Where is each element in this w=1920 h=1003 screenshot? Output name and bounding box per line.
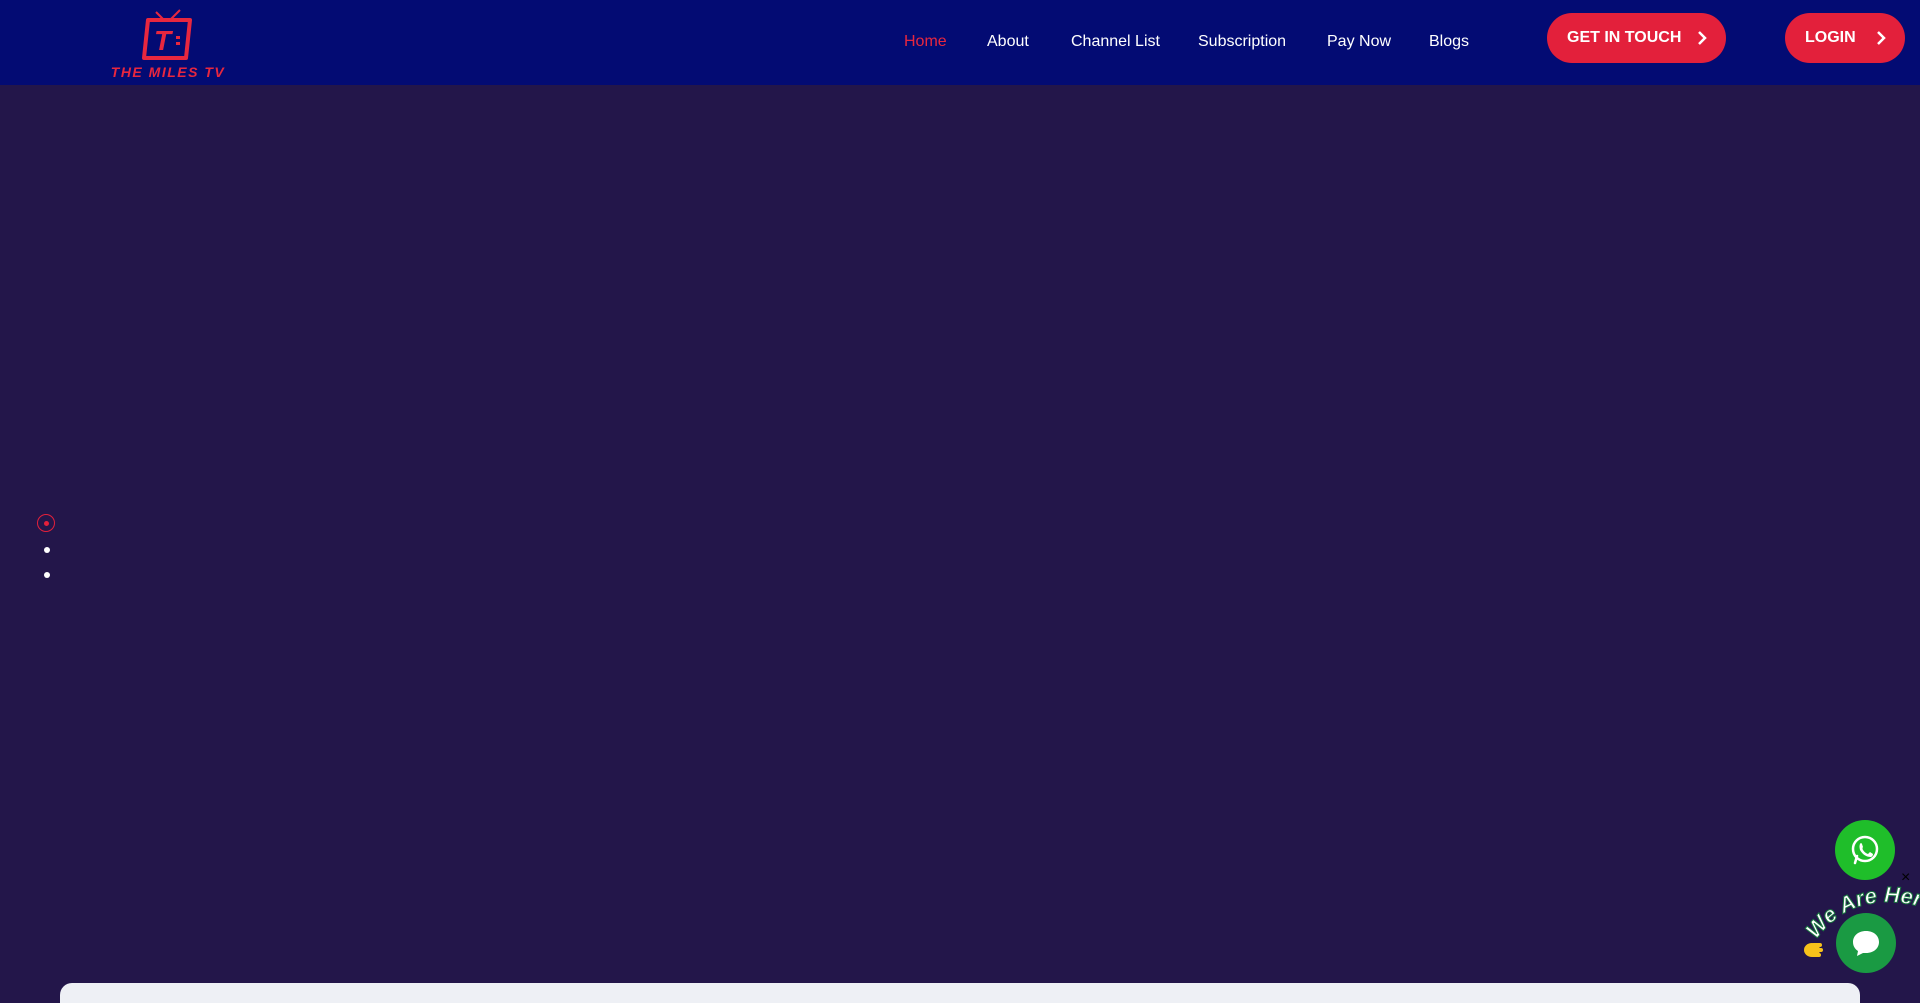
whatsapp-button[interactable] bbox=[1835, 820, 1895, 880]
live-chat-button[interactable] bbox=[1836, 913, 1896, 973]
tv-logo-icon: T bbox=[142, 9, 192, 60]
content-card-top-edge bbox=[60, 983, 1860, 1003]
whatsapp-icon bbox=[1851, 835, 1879, 865]
chevron-right-icon bbox=[1698, 31, 1707, 45]
nav-home[interactable]: Home bbox=[904, 33, 947, 51]
get-in-touch-label: GET IN TOUCH bbox=[1567, 29, 1682, 46]
close-widget-icon[interactable]: × bbox=[1901, 870, 1910, 886]
slider-dot[interactable] bbox=[44, 572, 50, 578]
get-in-touch-button[interactable]: GET IN TOUCH bbox=[1547, 13, 1726, 63]
nav-subscription[interactable]: Subscription bbox=[1198, 33, 1286, 51]
svg-text:T: T bbox=[154, 25, 174, 56]
brand-logo[interactable]: T THE MILES TV bbox=[106, 6, 230, 82]
waving-hand-icon bbox=[1804, 943, 1823, 957]
login-label: LOGIN bbox=[1805, 29, 1856, 46]
brand-name: THE MILES TV bbox=[110, 64, 226, 80]
chevron-right-icon bbox=[1877, 31, 1886, 45]
slider-dot[interactable] bbox=[44, 547, 50, 553]
nav-pay-now[interactable]: Pay Now bbox=[1327, 33, 1391, 51]
slider-dot-active-core bbox=[44, 521, 49, 526]
chat-bubble-icon bbox=[1853, 931, 1879, 956]
login-button[interactable]: LOGIN bbox=[1785, 13, 1905, 63]
site-header: T THE MILES TV Home About Channel List S… bbox=[0, 0, 1920, 85]
nav-channel-list[interactable]: Channel List bbox=[1071, 33, 1160, 51]
nav-blogs[interactable]: Blogs bbox=[1429, 33, 1469, 51]
nav-about[interactable]: About bbox=[987, 33, 1029, 51]
